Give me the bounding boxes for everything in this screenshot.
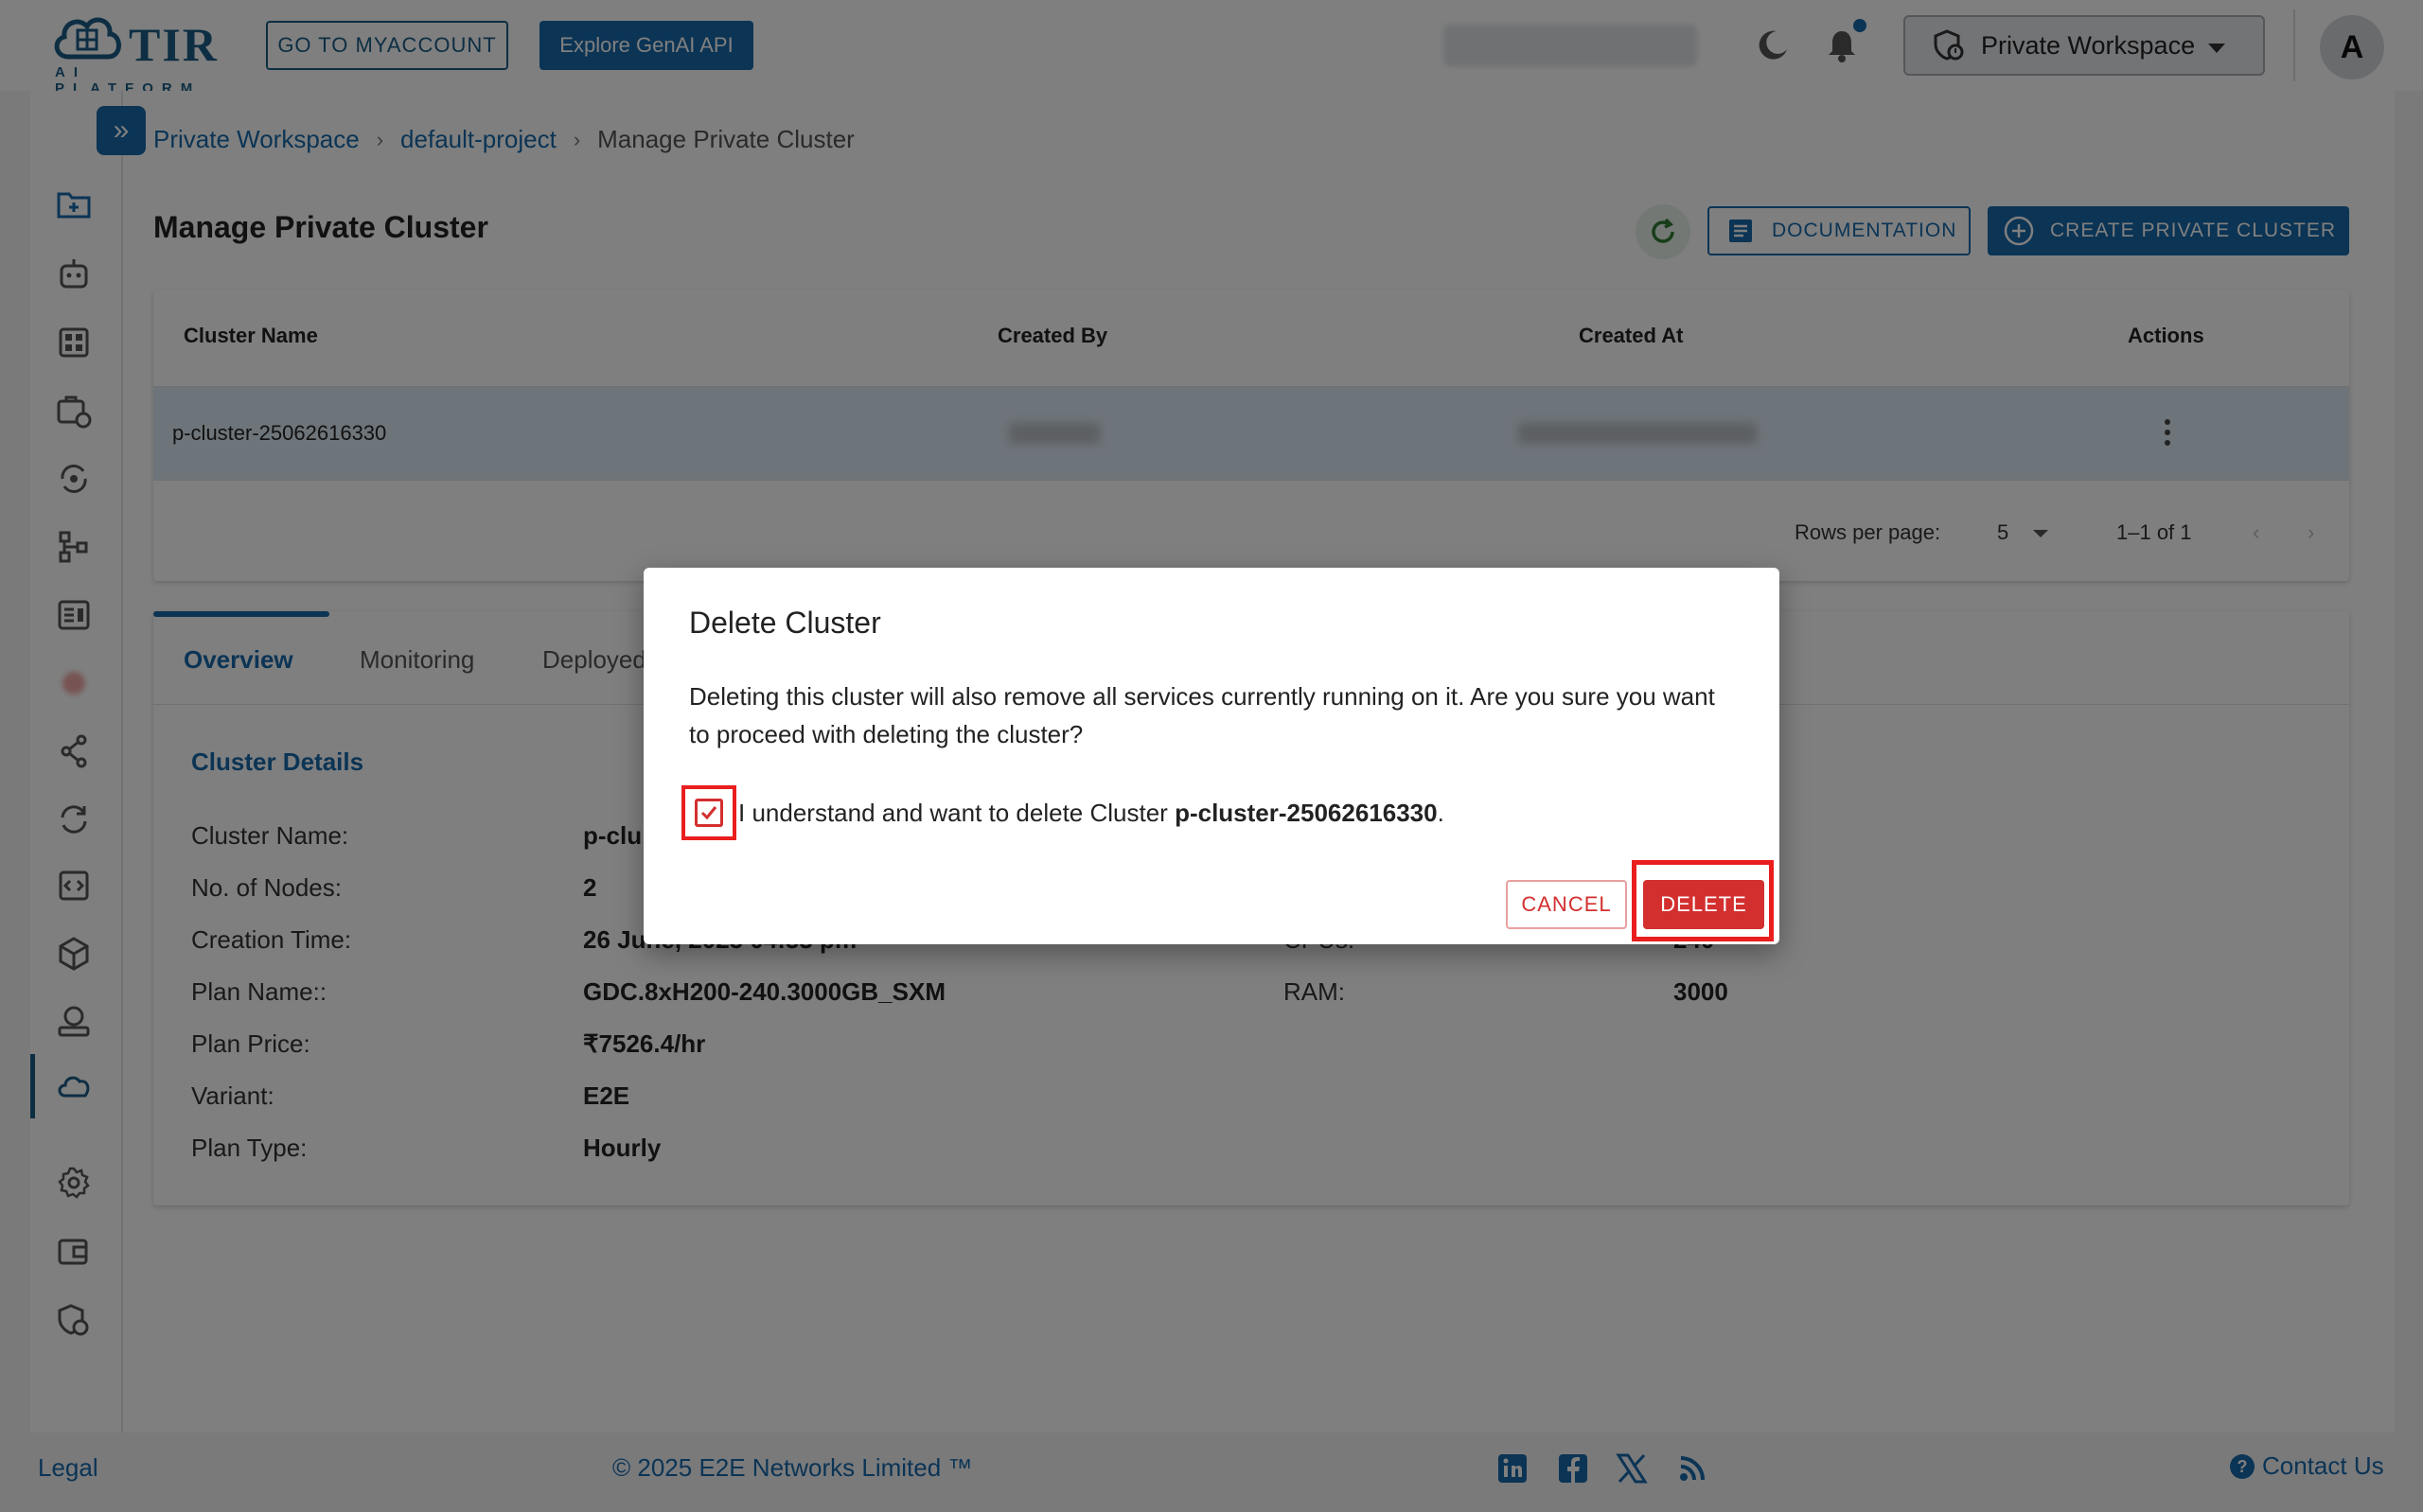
delete-cluster-dialog: Delete Cluster Deleting this cluster wil… [644, 568, 1779, 944]
confirm-delete-text[interactable]: I understand and want to delete Cluster … [738, 799, 1444, 828]
delete-button[interactable]: DELETE [1643, 880, 1764, 929]
confirm-delete-row: I understand and want to delete Cluster … [681, 785, 1444, 840]
checkmark-icon [700, 806, 717, 820]
dialog-title: Delete Cluster [689, 606, 881, 640]
confirm-delete-checkbox[interactable] [695, 799, 723, 827]
confirm-cluster-name: p-cluster-25062616330 [1175, 798, 1438, 827]
confirm-suffix: . [1437, 798, 1444, 827]
dialog-message: Deleting this cluster will also remove a… [689, 682, 1715, 748]
confirm-prefix: I understand and want to delete Cluster [738, 798, 1176, 827]
confirm-checkbox-highlight[interactable] [681, 785, 736, 840]
cancel-button[interactable]: CANCEL [1506, 880, 1627, 929]
